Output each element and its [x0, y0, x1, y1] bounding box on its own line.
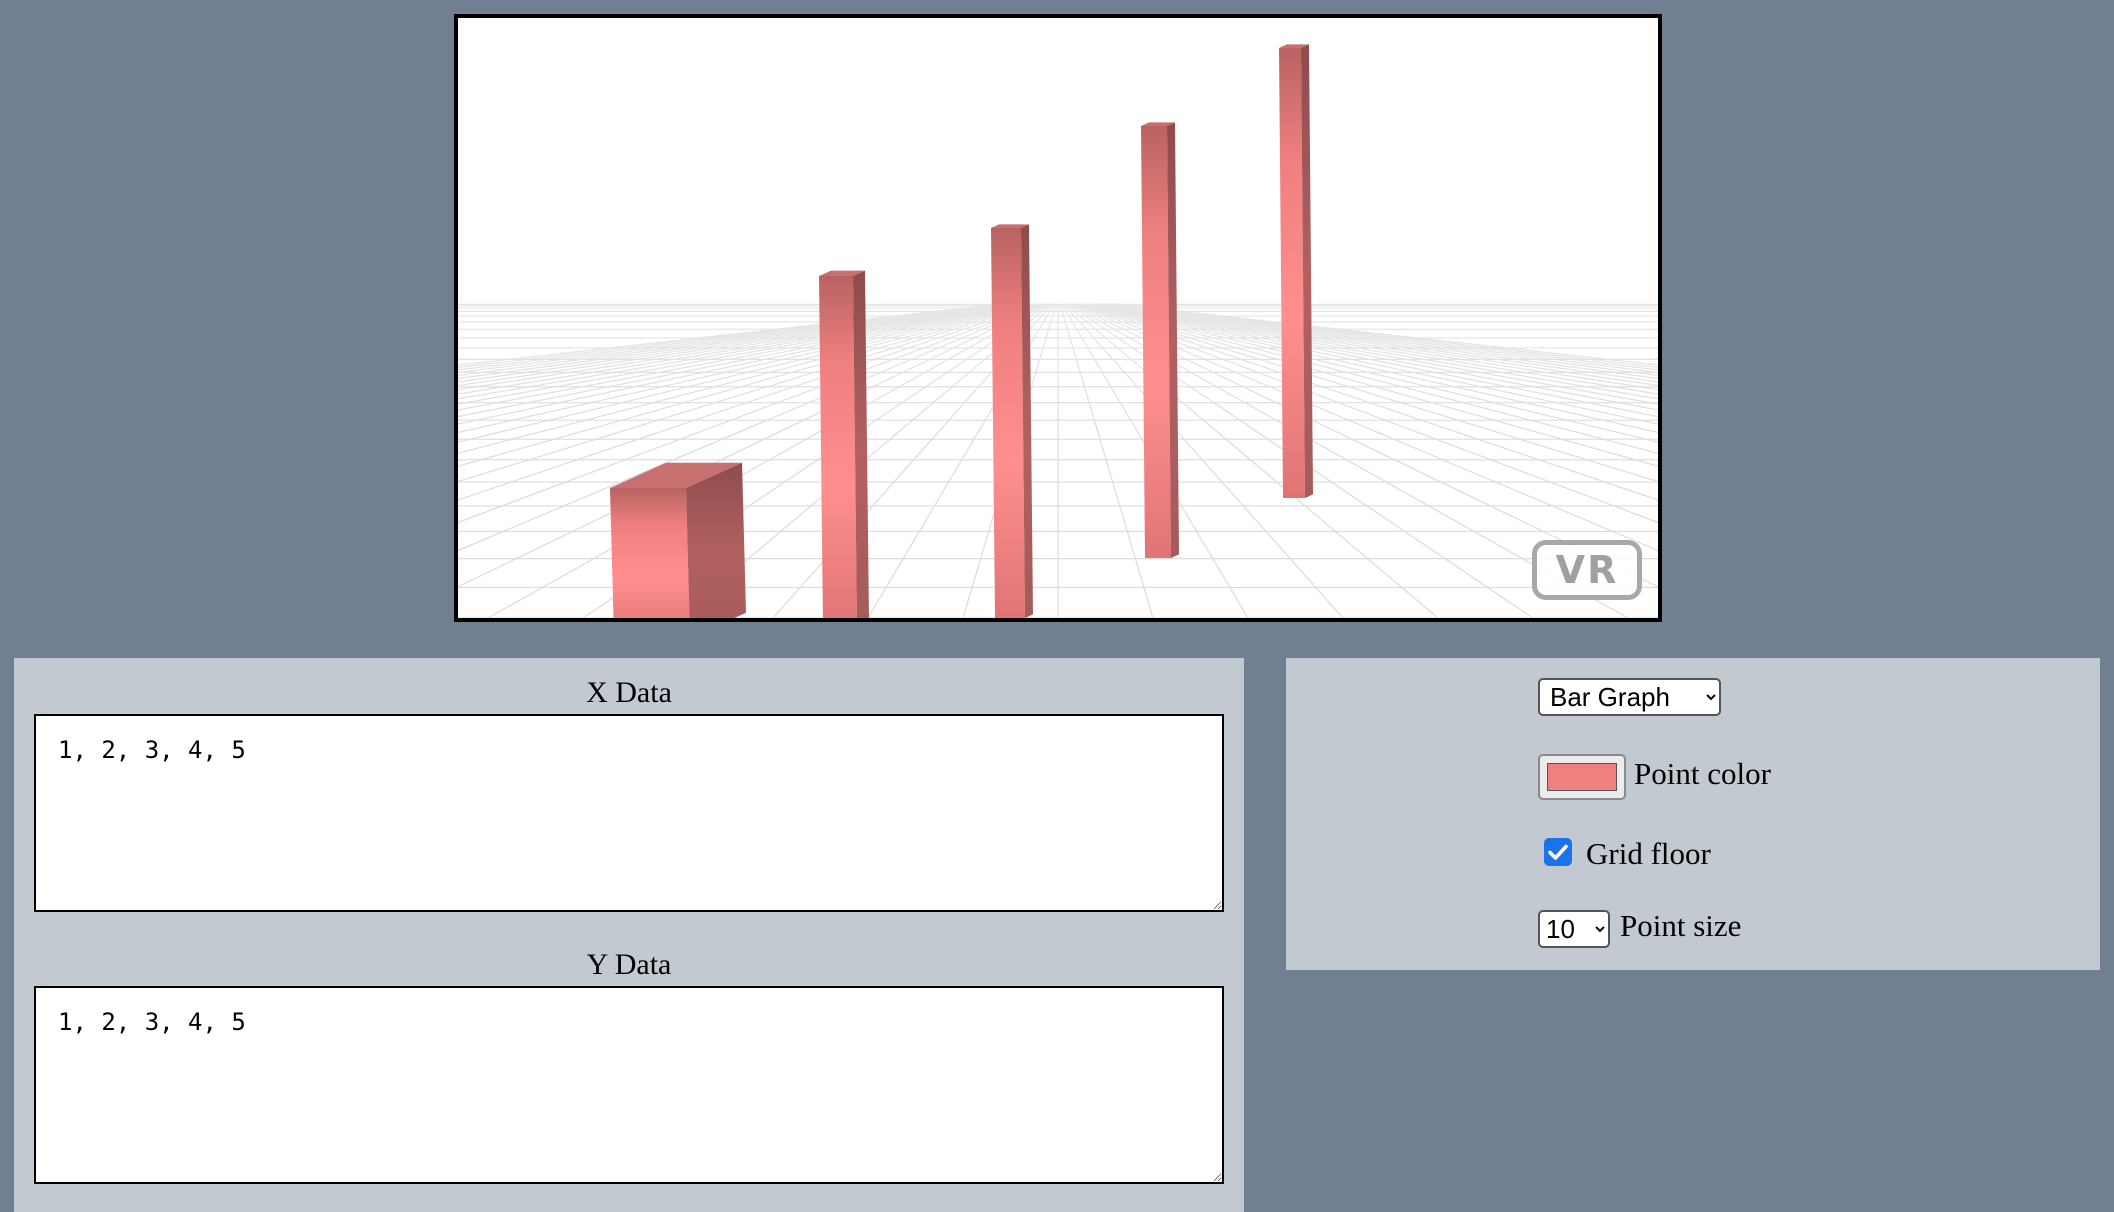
chart-type-select[interactable]: Bar Graph	[1538, 678, 1721, 716]
bar	[1279, 48, 1305, 498]
data-panel: X Data 1, 2, 3, 4, 5 Y Data 1, 2, 3, 4, …	[14, 658, 1244, 1212]
y-data-input[interactable]: 1, 2, 3, 4, 5	[34, 986, 1224, 1184]
options-panel: Bar Graph Point color Grid floor 10 Poin…	[1286, 658, 2100, 970]
x-data-label: X Data	[586, 676, 672, 709]
point-color-label: Point color	[1634, 756, 1771, 791]
vr-button[interactable]: VR	[1532, 540, 1642, 600]
point-size-label: Point size	[1620, 908, 1742, 943]
point-size-select[interactable]: 10	[1538, 910, 1610, 948]
bar	[819, 276, 857, 618]
horizon-fade	[458, 18, 1658, 438]
bar	[610, 488, 690, 618]
point-color-picker[interactable]	[1538, 754, 1626, 800]
grid-floor-label: Grid floor	[1586, 836, 1711, 871]
point-color-swatch	[1547, 763, 1617, 791]
bar-chart-3d	[458, 18, 1658, 618]
y-data-label: Y Data	[586, 948, 672, 981]
bar	[991, 228, 1025, 618]
checkmark-icon	[1548, 844, 1568, 860]
x-data-input[interactable]: 1, 2, 3, 4, 5	[34, 714, 1224, 912]
bar	[1141, 126, 1171, 558]
chart-viewport[interactable]: VR	[454, 14, 1662, 622]
bar-side	[686, 462, 746, 618]
grid-floor-checkbox[interactable]	[1544, 838, 1572, 866]
